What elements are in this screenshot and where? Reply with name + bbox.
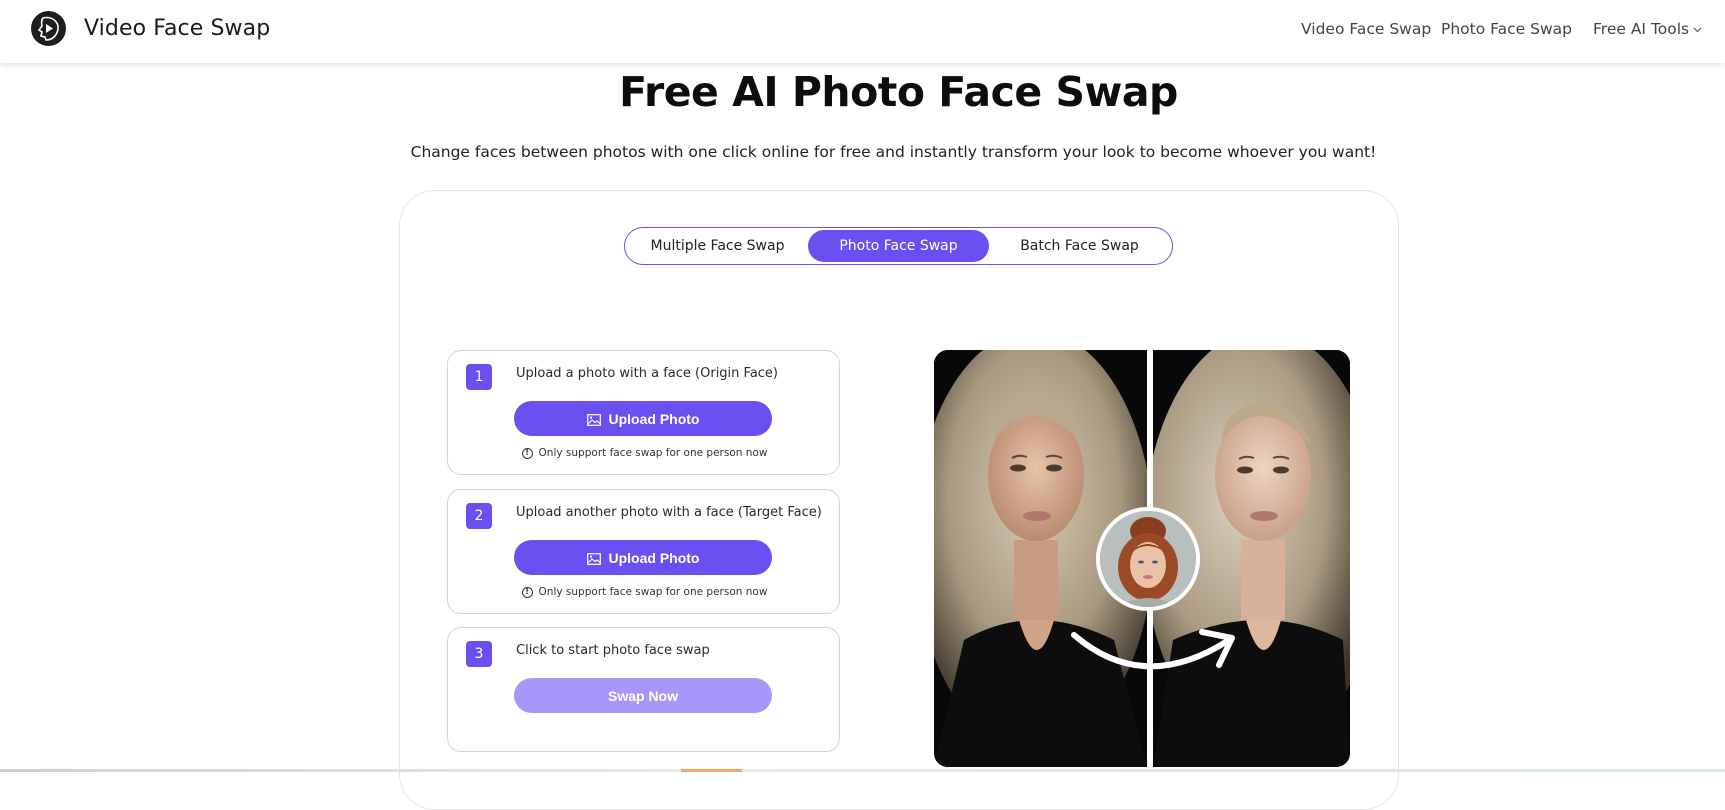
- nav-photo-face-swap[interactable]: Photo Face Swap: [1441, 20, 1572, 38]
- chevron-down-icon: [1693, 23, 1702, 36]
- swap-mode-tabs: Multiple Face Swap Photo Face Swap Batch…: [624, 227, 1173, 265]
- face-play-logo-icon: [31, 11, 66, 46]
- info-icon: !: [521, 447, 533, 459]
- nav-free-ai-tools[interactable]: Free AI Tools: [1593, 20, 1702, 38]
- face-swap-preview-image: [934, 350, 1350, 767]
- upload-button-label: Upload Photo: [608, 410, 700, 427]
- brand-name: Video Face Swap: [84, 16, 271, 41]
- tab-batch-face-swap[interactable]: Batch Face Swap: [989, 230, 1170, 262]
- info-icon: !: [521, 586, 533, 598]
- upload-origin-photo-button[interactable]: Upload Photo: [514, 401, 772, 436]
- step-label: Click to start photo face swap: [516, 643, 710, 658]
- source-face-thumbnail: [1096, 507, 1200, 611]
- note-text: Only support face swap for one person no…: [538, 586, 768, 598]
- step-label: Upload another photo with a face (Target…: [516, 505, 822, 520]
- brand-link[interactable]: Video Face Swap: [31, 11, 270, 46]
- step-target-face: 2 Upload another photo with a face (Targ…: [447, 489, 840, 614]
- step-number-badge: 3: [466, 641, 492, 667]
- page-title: Free AI Photo Face Swap: [619, 68, 1178, 116]
- nav-video-face-swap[interactable]: Video Face Swap: [1301, 20, 1431, 38]
- nav-free-ai-tools-label: Free AI Tools: [1593, 20, 1690, 38]
- step-label: Upload a photo with a face (Origin Face): [516, 366, 779, 381]
- upload-button-label: Upload Photo: [608, 549, 700, 566]
- step-number-badge: 2: [466, 503, 492, 529]
- image-icon: [586, 552, 601, 565]
- swap-now-button[interactable]: Swap Now: [514, 678, 772, 713]
- image-icon: [586, 413, 601, 426]
- step-origin-face: 1 Upload a photo with a face (Origin Fac…: [447, 350, 840, 475]
- step-swap: 3 Click to start photo face swap Swap No…: [447, 627, 840, 752]
- step-note: ! Only support face swap for one person …: [448, 447, 841, 459]
- page-subtitle: Change faces between photos with one cli…: [410, 143, 1377, 161]
- tab-photo-face-swap[interactable]: Photo Face Swap: [808, 230, 989, 262]
- step-number-badge: 1: [466, 364, 492, 390]
- step-note: ! Only support face swap for one person …: [448, 586, 841, 598]
- site-header: Video Face Swap Video Face Swap Photo Fa…: [0, 0, 1725, 63]
- upload-target-photo-button[interactable]: Upload Photo: [514, 540, 772, 575]
- note-text: Only support face swap for one person no…: [538, 447, 768, 459]
- tab-multiple-face-swap[interactable]: Multiple Face Swap: [627, 230, 808, 262]
